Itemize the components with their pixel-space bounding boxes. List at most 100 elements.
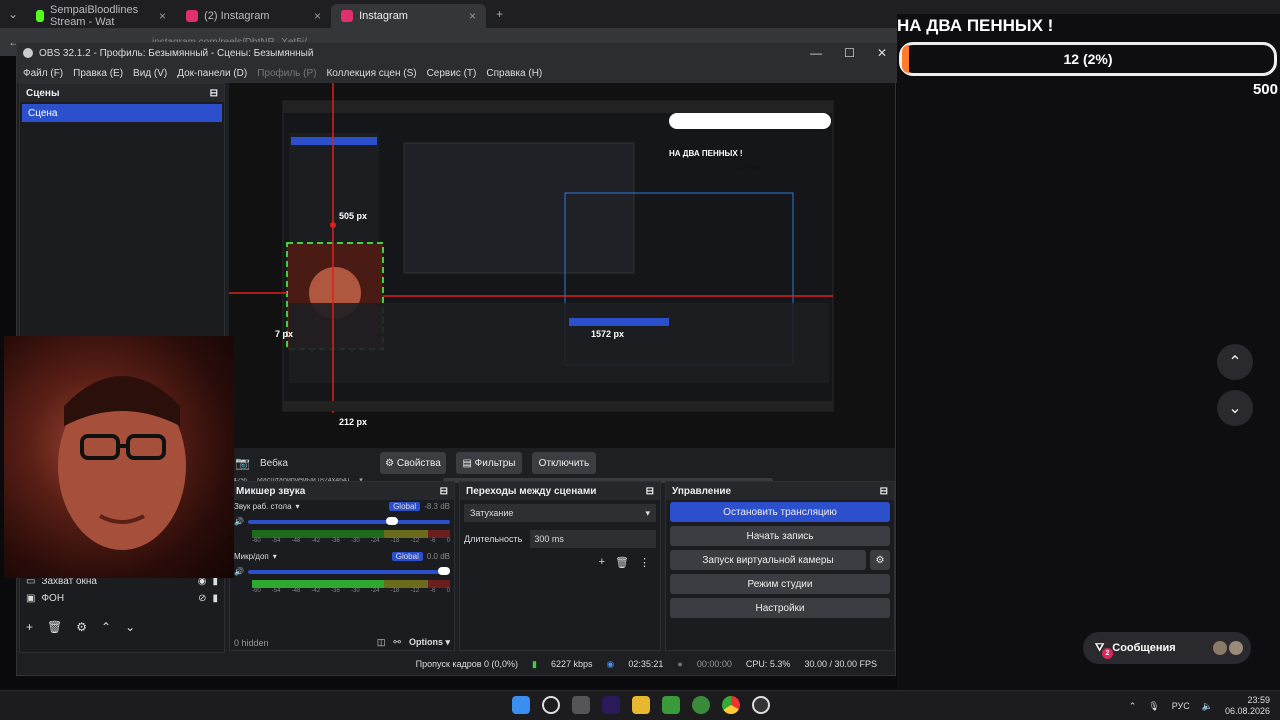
properties-button[interactable]: ⚙ Свойства <box>379 452 446 474</box>
menu-tools[interactable]: Сервис (T) <box>427 68 477 79</box>
menu-scene-collection[interactable]: Коллекция сцен (S) <box>326 68 416 79</box>
gear-icon[interactable]: ⚙ <box>76 620 87 634</box>
measure-right: 1572 px <box>591 329 625 339</box>
menu-help[interactable]: Справка (H) <box>486 68 542 79</box>
lock-icon[interactable]: ▮ <box>212 593 218 604</box>
scene-item[interactable]: Сцена <box>22 104 222 122</box>
controls-panel: Управление ⊟ Остановить трансляцию Начат… <box>665 481 895 651</box>
menu-view[interactable]: Вид (V) <box>133 68 167 79</box>
up-icon[interactable]: ⌃ <box>101 620 111 634</box>
tab-list-icon[interactable]: ⌄ <box>0 7 26 21</box>
dropped-frames: Пропуск кадров 0 (0,0%) <box>415 659 519 669</box>
speaker-icon[interactable]: 🔊 <box>234 517 244 526</box>
avatar <box>1213 641 1227 655</box>
sources-toolbar: + 🗑 ⚙ ⌃ ⌄ <box>20 608 224 634</box>
tab-instagram-2[interactable]: Instagram × <box>331 4 487 28</box>
minimize-icon[interactable]: — <box>810 46 822 60</box>
dock-menu-icon[interactable]: ⊟ <box>210 88 218 99</box>
obs-title: OBS 32.1.2 - Профиль: Безымянный - Сцены… <box>39 47 314 59</box>
duration-input[interactable]: 300 ms <box>530 530 656 548</box>
close-icon[interactable]: × <box>314 9 321 23</box>
close-icon[interactable]: ✕ <box>877 46 887 60</box>
app-icon[interactable] <box>662 696 680 714</box>
source-item[interactable]: ▣ ФОН ⊘ ▮ <box>20 589 224 608</box>
add-icon[interactable]: + <box>599 556 605 569</box>
messages-button[interactable]: ⛛ 2 Сообщения <box>1083 632 1251 664</box>
tab-label: Instagram <box>359 10 408 22</box>
settings-button[interactable]: Настройки <box>670 598 890 618</box>
tab-label: SempaiBloodlines Stream - Wat <box>50 4 139 28</box>
stop-stream-button[interactable]: Остановить трансляцию <box>670 502 890 522</box>
volume-slider[interactable] <box>247 516 450 525</box>
mixer-footer: 0 hidden ◫ ⚯ Options ▾ <box>234 637 450 648</box>
obs-status-bar: Пропуск кадров 0 (0,0%) ▮ 6227 kbps ◉ 02… <box>17 653 895 675</box>
trash-icon[interactable]: 🗑 <box>47 620 62 634</box>
dock-menu-icon[interactable]: ⊟ <box>440 486 448 497</box>
channel-menu-icon[interactable]: ▾ <box>273 552 277 561</box>
obs-preview[interactable]: 505 px 7 px 212 px 1572 px НА ДВА ПЕННЫХ… <box>229 83 895 484</box>
search-icon[interactable] <box>542 696 560 714</box>
speaker-icon[interactable]: 🔊 <box>234 567 244 576</box>
chevron-down-icon: ▾ <box>645 507 650 518</box>
channel-badge[interactable]: Global <box>391 552 423 561</box>
filters-button[interactable]: ▤ Фильтры <box>455 452 522 474</box>
channel-badge[interactable]: Global <box>389 502 421 511</box>
options-button[interactable]: Options ▾ <box>409 637 450 648</box>
scroll-up-button[interactable]: ⌃ <box>1217 344 1253 380</box>
folder-icon[interactable] <box>632 696 650 714</box>
level-meter <box>252 580 450 588</box>
trash-icon[interactable]: 🗑 <box>615 556 629 569</box>
studio-mode-button[interactable]: Режим студии <box>670 574 890 594</box>
chevron-up-icon[interactable]: ⌃ <box>1129 701 1137 712</box>
menu-docks[interactable]: Док-панели (D) <box>177 68 247 79</box>
scroll-down-button[interactable]: ⌄ <box>1217 390 1253 426</box>
instagram-icon <box>186 10 199 22</box>
volume-handle[interactable] <box>438 566 450 575</box>
language-indicator[interactable]: РУС <box>1172 701 1190 711</box>
new-tab-icon[interactable]: + <box>486 7 513 21</box>
maximize-icon[interactable]: ☐ <box>844 46 855 60</box>
audio-mixer-panel: Микшер звука ⊟ Звук раб. стола ▾ Global … <box>229 481 455 651</box>
system-tray: ⌃ 🎙 РУС 🔈 23:59 06.08.2026 <box>1129 695 1270 717</box>
tab-stream[interactable]: SempaiBloodlines Stream - Wat × <box>26 4 176 28</box>
columns-icon[interactable]: ◫ <box>377 637 386 648</box>
preview-canvas <box>229 83 834 413</box>
down-icon[interactable]: ⌄ <box>125 620 135 634</box>
disable-button[interactable]: Отключить <box>531 452 596 474</box>
fps: 30.00 / 30.00 FPS <box>804 659 877 669</box>
virtual-camera-button[interactable]: Запуск виртуальной камеры <box>670 550 866 570</box>
channel-menu-icon[interactable]: ▾ <box>296 502 300 511</box>
tab-instagram-1[interactable]: (2) Instagram × <box>176 4 331 28</box>
link-icon[interactable]: ⚯ <box>393 637 401 648</box>
chrome-icon[interactable] <box>722 696 740 714</box>
channel-name: Микр/доп <box>234 552 269 561</box>
start-recording-button[interactable]: Начать запись <box>670 526 890 546</box>
clock[interactable]: 23:59 06.08.2026 <box>1225 695 1270 717</box>
menu-file[interactable]: Файл (F) <box>23 68 63 79</box>
hidden-count[interactable]: 0 hidden <box>234 638 269 648</box>
dock-menu-icon[interactable]: ⊟ <box>880 486 888 497</box>
webcam-feed <box>4 336 234 578</box>
hidden-icon[interactable]: ⊘ <box>198 593 206 604</box>
obs-icon[interactable] <box>752 696 770 714</box>
stream-page-pane: НА ДВА ПЕННЫХ ! 12 (2%) 500 ⌃ ⌄ ⛛ 2 Сообщ… <box>897 14 1280 690</box>
xbox-icon[interactable] <box>692 696 710 714</box>
volume-slider[interactable] <box>247 566 450 575</box>
gear-icon[interactable]: ⚙ <box>870 550 890 570</box>
more-icon[interactable]: ⋮ <box>639 556 650 569</box>
controls-header: Управление ⊟ <box>666 482 894 500</box>
premiere-icon[interactable] <box>602 696 620 714</box>
mic-icon[interactable]: 🎙 <box>1148 701 1159 712</box>
menu-edit[interactable]: Правка (E) <box>73 68 123 79</box>
close-icon[interactable]: × <box>469 9 476 23</box>
volume-handle[interactable] <box>386 516 398 525</box>
menu-profile[interactable]: Профиль (P) <box>257 68 316 79</box>
close-icon[interactable]: × <box>159 9 166 23</box>
volume-icon[interactable]: 🔈 <box>1202 701 1213 712</box>
windows-start-icon[interactable] <box>512 696 530 714</box>
add-icon[interactable]: + <box>26 620 33 634</box>
record-icon: ● <box>677 659 683 669</box>
dock-menu-icon[interactable]: ⊟ <box>646 486 654 497</box>
task-view-icon[interactable] <box>572 696 590 714</box>
transition-select[interactable]: Затухание ▾ <box>464 504 656 522</box>
